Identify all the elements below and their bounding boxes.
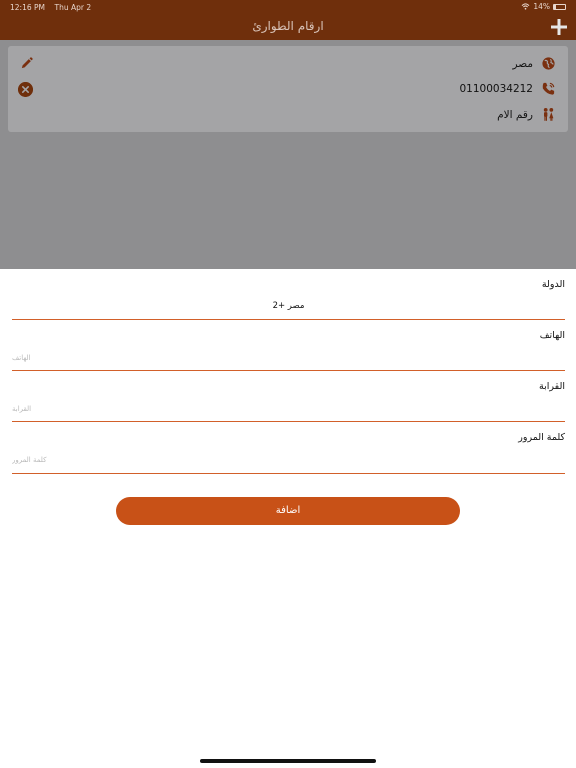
contact-phone-row: 01100034212	[460, 81, 557, 96]
close-circle-icon[interactable]	[18, 82, 33, 97]
relation-input[interactable]	[12, 403, 272, 415]
password-label: كلمة المرور	[518, 432, 565, 443]
phone-input[interactable]	[12, 352, 272, 364]
phone-icon	[542, 82, 555, 95]
contact-country-row: مصر	[512, 56, 556, 71]
password-field: كلمة المرور	[12, 432, 565, 474]
contact-country-text: مصر	[512, 57, 533, 70]
home-indicator[interactable]	[200, 759, 376, 763]
wifi-icon	[521, 3, 530, 10]
contact-relation-row: رقم الام	[497, 107, 556, 122]
contact-card: مصر 01100034212 رقم الام	[8, 46, 568, 132]
globe-icon	[542, 57, 555, 70]
status-date-text: Thu Apr 2	[54, 3, 92, 12]
country-select[interactable]: مصر +2	[12, 301, 565, 311]
phone-field: الهاتف	[12, 330, 565, 372]
page-title: ارقام الطوارئ	[252, 19, 324, 33]
plus-icon[interactable]	[548, 16, 570, 38]
add-button[interactable]: اضافة	[116, 497, 460, 525]
contact-phone-text: 01100034212	[459, 82, 534, 95]
status-time: 12:16 PM Thu Apr 2	[10, 3, 91, 12]
status-bar: 12:16 PM Thu Apr 2 14%	[0, 0, 576, 14]
password-input[interactable]	[12, 454, 272, 466]
nav-bar: ارقام الطوارئ	[0, 14, 576, 40]
dimmed-background[interactable]: مصر 01100034212 رقم الام	[0, 40, 576, 269]
pencil-icon[interactable]	[20, 57, 33, 70]
relation-label: القرابة	[539, 381, 565, 392]
phone-underline	[12, 370, 565, 371]
relation-field: القرابة	[12, 381, 565, 423]
status-right: 14%	[521, 2, 566, 11]
contact-relation-text: رقم الام	[497, 108, 533, 121]
battery-percent: 14%	[533, 2, 550, 11]
country-underline	[12, 319, 565, 320]
phone-label: الهاتف	[539, 330, 565, 341]
country-label: الدولة	[541, 279, 565, 290]
battery-icon	[553, 3, 566, 10]
country-field: الدولة مصر +2	[12, 279, 565, 321]
relation-underline	[12, 421, 565, 422]
status-time-text: 12:16 PM	[10, 3, 45, 12]
password-underline	[12, 473, 565, 474]
people-icon	[543, 107, 554, 121]
